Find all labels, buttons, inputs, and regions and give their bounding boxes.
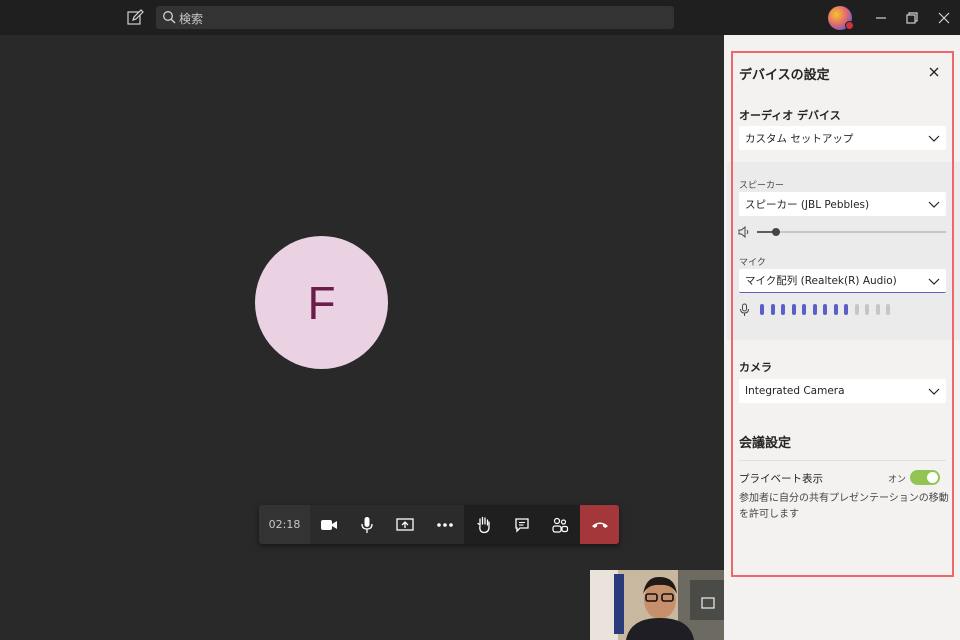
search-input[interactable]: 検索 [179, 10, 203, 27]
divider [739, 460, 946, 461]
speaker-volume-thumb[interactable] [771, 228, 780, 236]
chevron-down-icon [928, 201, 940, 208]
chevron-down-icon [928, 278, 940, 285]
camera-value: Integrated Camera [745, 385, 845, 397]
participant-initial: F [307, 276, 336, 329]
share-screen-icon [396, 517, 414, 531]
private-view-label: プライベート表示 [739, 473, 823, 485]
restore-icon[interactable] [903, 9, 921, 27]
audio-device-value: カスタム セットアップ [745, 132, 854, 145]
camera-icon [321, 519, 337, 530]
speaker-value: スピーカー (JBL Pebbles) [745, 198, 870, 211]
camera-label: カメラ [739, 361, 772, 374]
private-view-state: オン [888, 475, 907, 485]
raise-hand-button[interactable] [465, 505, 503, 544]
compose-icon[interactable] [126, 9, 144, 27]
mic-dropdown[interactable]: マイク配列 (Realtek(R) Audio) [739, 269, 946, 293]
close-icon[interactable] [927, 65, 941, 79]
mic-level-bar [802, 304, 806, 315]
search-box[interactable]: 検索 [156, 6, 674, 29]
mic-level-icon [740, 303, 749, 316]
participants-icon [552, 517, 569, 533]
participants-button[interactable] [541, 505, 579, 544]
chat-icon [515, 517, 529, 533]
self-video-preview[interactable] [590, 570, 724, 640]
toggle-knob [927, 472, 938, 483]
speaker-volume-track[interactable] [757, 231, 946, 233]
panel-title: デバイスの設定 [739, 68, 830, 83]
mic-level-bar [865, 304, 869, 315]
share-screen-button[interactable] [386, 505, 424, 544]
call-timer: 02:18 [259, 505, 310, 544]
hang-up-icon [591, 522, 608, 528]
private-view-toggle[interactable] [910, 470, 940, 485]
speaker-label: スピーカー [739, 181, 785, 191]
mic-label: マイク [739, 258, 766, 268]
speaker-volume-icon [738, 226, 749, 238]
self-video-image [590, 570, 724, 640]
private-view-description: 参加者に自分の共有プレゼンテーションの移動を許可します [739, 493, 949, 520]
mic-level-bar [844, 304, 848, 315]
mic-level-bar [823, 304, 827, 315]
participant-avatar: F [255, 236, 388, 369]
microphone-icon [361, 516, 373, 533]
presence-badge [845, 21, 854, 30]
microphone-button[interactable] [348, 505, 386, 544]
title-bar: 検索 [0, 0, 960, 35]
mic-level-bar [760, 304, 764, 315]
mic-level-bar [854, 304, 859, 315]
camera-dropdown[interactable]: Integrated Camera [739, 379, 946, 403]
camera-button[interactable] [310, 505, 348, 544]
raise-hand-icon [477, 516, 490, 533]
call-controls-bar: 02:18 [259, 505, 619, 544]
more-actions-button[interactable] [426, 505, 464, 544]
minimize-icon[interactable] [872, 9, 890, 27]
audio-device-label: オーディオ デバイス [739, 109, 841, 122]
more-icon [437, 522, 453, 527]
mic-level-bar [875, 304, 880, 315]
mic-value: マイク配列 (Realtek(R) Audio) [745, 275, 897, 287]
mic-level-bar [833, 304, 838, 315]
meeting-settings-title: 会議設定 [739, 436, 792, 451]
audio-device-dropdown[interactable]: カスタム セットアップ [739, 126, 946, 150]
mic-level-bar [812, 304, 817, 315]
mic-level-bar [791, 304, 796, 315]
mic-level-bar [886, 304, 890, 315]
speaker-dropdown[interactable]: スピーカー (JBL Pebbles) [739, 192, 946, 216]
mic-level-bar [781, 304, 785, 315]
search-icon [163, 11, 176, 24]
chat-button[interactable] [503, 505, 541, 544]
hang-up-button[interactable] [580, 505, 619, 544]
chevron-down-icon [928, 135, 940, 142]
mic-level-bar [770, 304, 775, 315]
close-window-icon[interactable] [935, 9, 953, 27]
chevron-down-icon [928, 388, 940, 395]
